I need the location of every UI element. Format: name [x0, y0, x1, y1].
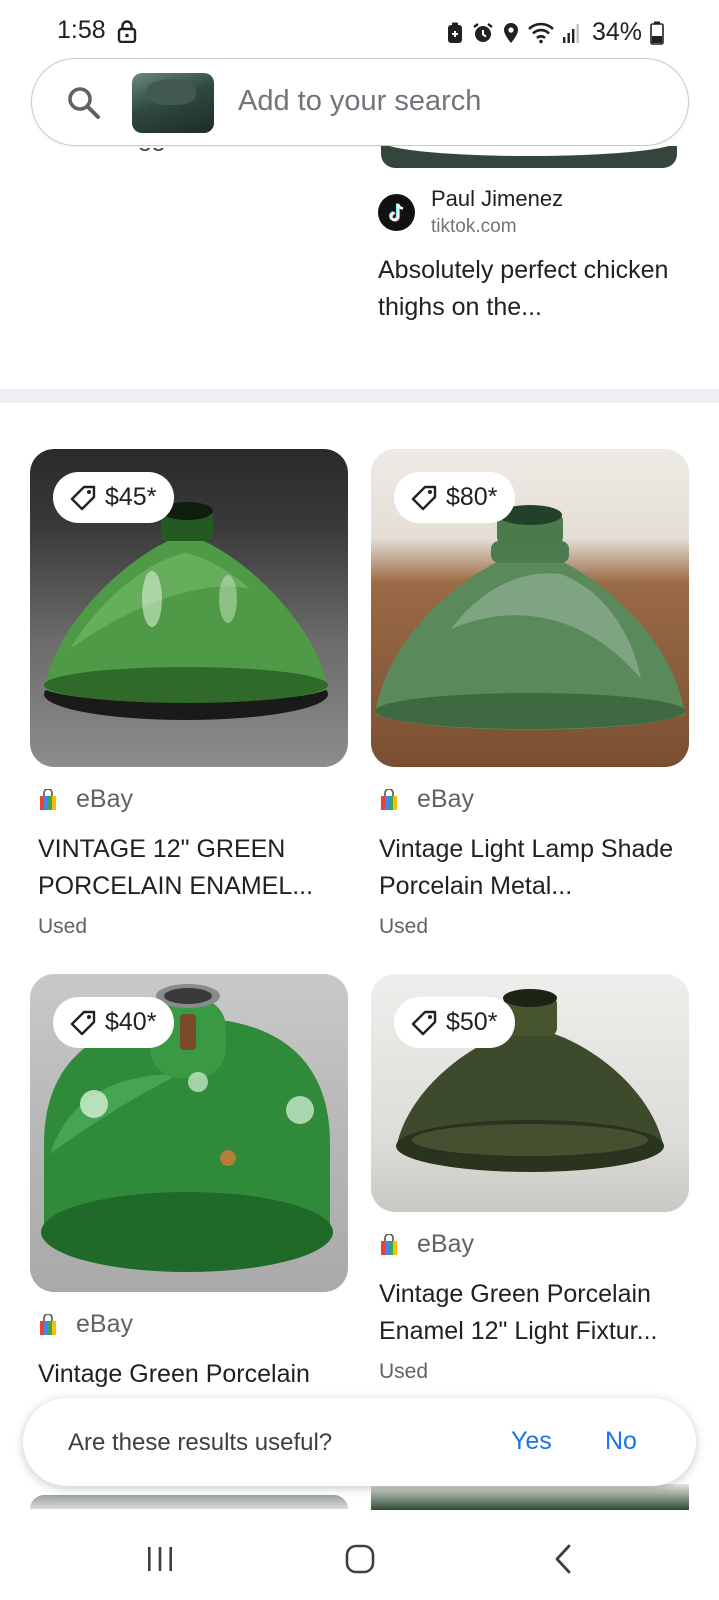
product-card[interactable]: $45* eBay VINTAGE 12" GREEN PORCELAIN EN… — [30, 449, 348, 949]
shopping-bag-icon — [381, 1233, 397, 1255]
result-author: Paul Jimenez — [431, 186, 564, 211]
result-title[interactable]: Absolutely perfect chicken thighs on the… — [378, 252, 678, 326]
tiktok-icon — [378, 194, 415, 231]
navigation-bar — [0, 1510, 719, 1600]
battery-icon — [650, 21, 664, 45]
price-label: $40* — [105, 1008, 157, 1036]
result-source[interactable]: Paul Jimenez tiktok.com — [378, 182, 698, 242]
source-label: eBay — [76, 1310, 133, 1338]
price-label: $45* — [105, 483, 157, 511]
product-title[interactable]: Vintage Light Lamp Shade Porcelain Metal… — [379, 831, 689, 905]
recent-apps-icon[interactable] — [145, 1545, 175, 1573]
search-input[interactable]: Add to your search — [238, 85, 481, 118]
product-card[interactable]: $80* eBay Vintage Light Lamp Shade Porce… — [371, 449, 689, 949]
product-image[interactable]: $40* — [30, 974, 348, 1292]
previous-result-image[interactable] — [381, 146, 677, 168]
section-divider — [0, 389, 719, 403]
next-result-image[interactable] — [371, 1484, 689, 1510]
product-image[interactable]: $80* — [371, 449, 689, 767]
back-icon[interactable] — [552, 1543, 574, 1575]
lock-icon — [117, 20, 137, 43]
product-source: eBay — [379, 785, 474, 814]
product-source: eBay — [38, 785, 133, 814]
product-condition: Used — [38, 915, 88, 938]
status-icons: 34% — [446, 18, 664, 47]
search-bar[interactable]: Add to your search — [31, 58, 689, 146]
product-condition: Used — [379, 1360, 429, 1383]
next-result-image[interactable] — [30, 1495, 348, 1509]
product-card[interactable]: $50* eBay Vintage Green Porcelain Enamel… — [371, 974, 689, 1394]
feedback-yes-button[interactable]: Yes — [511, 1427, 552, 1456]
feedback-banner: Are these results useful? Yes No — [23, 1398, 696, 1486]
product-title[interactable]: Vintage Green Porcelain — [38, 1356, 348, 1393]
price-tag: $50* — [394, 997, 516, 1048]
location-icon — [503, 22, 518, 43]
source-label: eBay — [76, 785, 133, 813]
home-icon[interactable] — [344, 1543, 376, 1575]
product-source: eBay — [379, 1230, 474, 1259]
price-tag-icon — [70, 1010, 96, 1035]
price-tag: $80* — [394, 472, 516, 523]
shopping-bag-icon — [40, 1313, 56, 1335]
search-image-thumbnail[interactable] — [132, 73, 214, 133]
price-tag-icon — [411, 485, 437, 510]
shopping-bag-icon — [40, 788, 56, 810]
status-bar: 1:58 34% — [0, 0, 719, 60]
price-label: $50* — [446, 1008, 498, 1036]
product-card[interactable]: $40* eBay Vintage Green Porcelain — [30, 974, 348, 1394]
price-tag: $45* — [53, 472, 175, 523]
result-domain: tiktok.com — [431, 216, 517, 237]
source-label: eBay — [417, 1230, 474, 1258]
battery-percentage: 34% — [591, 18, 642, 46]
price-tag-icon — [411, 1010, 437, 1035]
product-source: eBay — [38, 1310, 133, 1339]
status-time: 1:58 — [57, 16, 106, 44]
source-label: eBay — [417, 785, 474, 813]
battery-saver-icon — [447, 22, 462, 43]
wifi-icon — [528, 22, 554, 43]
shopping-bag-icon — [381, 788, 397, 810]
price-label: $80* — [446, 483, 498, 511]
alarm-icon — [473, 22, 493, 42]
product-title[interactable]: VINTAGE 12" GREEN PORCELAIN ENAMEL... — [38, 831, 348, 905]
product-image[interactable]: $50* — [371, 974, 689, 1212]
product-condition: Used — [379, 915, 429, 938]
feedback-question: Are these results useful? — [68, 1429, 333, 1456]
price-tag: $40* — [53, 997, 175, 1048]
product-image[interactable]: $45* — [30, 449, 348, 767]
product-title[interactable]: Vintage Green Porcelain Enamel 12" Light… — [379, 1276, 689, 1350]
search-icon[interactable] — [66, 85, 102, 121]
feedback-no-button[interactable]: No — [605, 1427, 637, 1456]
previous-result-fragment — [138, 148, 168, 156]
price-tag-icon — [70, 485, 96, 510]
signal-icon — [562, 23, 579, 43]
